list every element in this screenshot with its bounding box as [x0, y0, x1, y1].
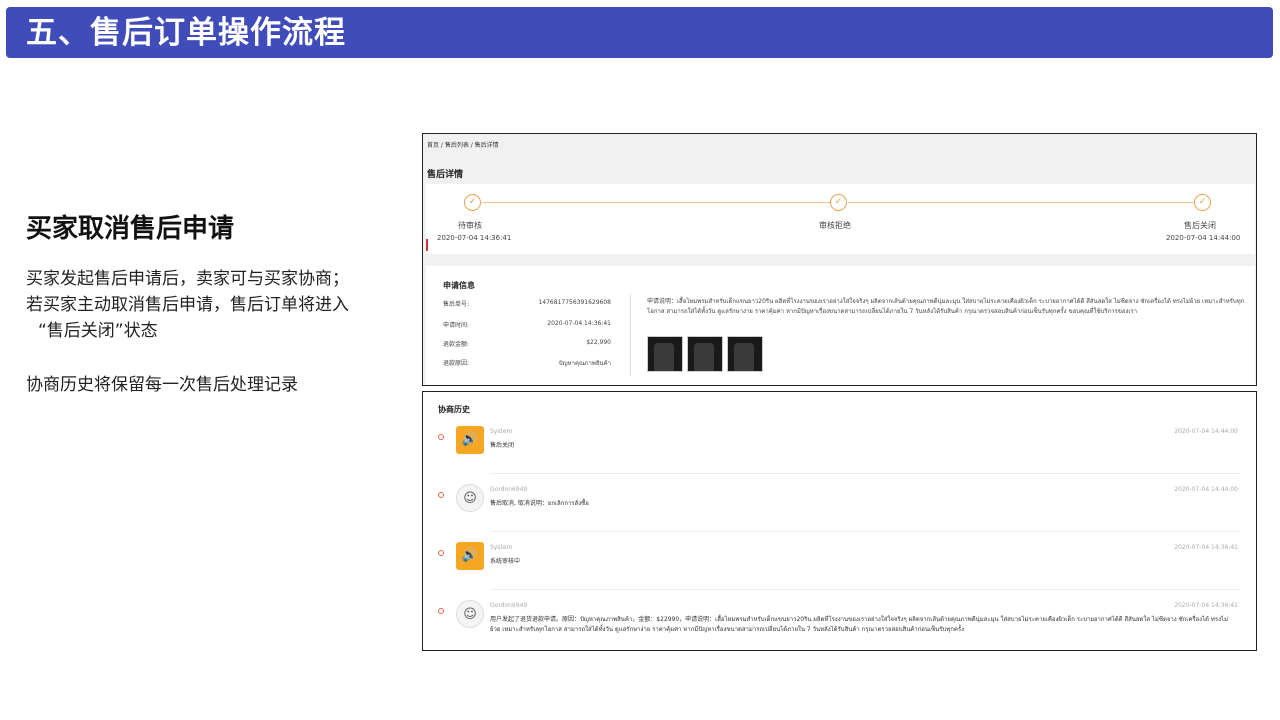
- field-label-refund-reason: 退款原因:: [443, 360, 470, 367]
- evidence-image[interactable]: [647, 336, 683, 372]
- timeline-dot: [438, 434, 444, 440]
- evidence-image[interactable]: [687, 336, 723, 372]
- history-user: System: [490, 544, 513, 551]
- field-value-apply-time: 2020-07-04 14:36:41: [547, 320, 611, 327]
- avatar-icon: ☺: [456, 600, 484, 628]
- step-time-closed: 2020-07-04 14:44:00: [1166, 234, 1241, 242]
- progress-steps: ✓ 待审核 2020-07-04 14:36:41 ✓ 审核拒绝 ✓ 售后关闭 …: [426, 184, 1255, 254]
- timeline-dot: [438, 492, 444, 498]
- step-connector: [848, 202, 1199, 203]
- negotiation-history-panel: 协商历史 🔊 System 2020-07-04 14:44:00 售后关闭 ☺…: [422, 391, 1257, 651]
- check-icon: ✓: [830, 194, 847, 211]
- application-description: 申请说明：เสื้อไหมพรมสำหรับเด็กแขนยาว20ริน ผล…: [647, 298, 1245, 315]
- check-icon: ✓: [464, 194, 481, 211]
- history-text: 售后关闭: [490, 442, 515, 449]
- history-time: 2020-07-04 14:44:00: [1174, 486, 1238, 493]
- breadcrumb[interactable]: 首页 / 售后列表 / 售后详情: [427, 140, 499, 149]
- speaker-icon: 🔊: [456, 542, 484, 570]
- field-value-refund-amount: $22,990: [586, 339, 611, 346]
- history-item: ☺ Gordon6949 2020-07-04 14:44:00 售后取消, 取…: [423, 484, 1256, 542]
- field-label-refund-amount: 退款金额:: [443, 341, 470, 348]
- history-user: System: [490, 428, 513, 435]
- field-label-order-no: 售后单号:: [443, 301, 470, 308]
- history-time: 2020-07-04 14:36:41: [1174, 602, 1238, 609]
- speaker-icon: 🔊: [456, 426, 484, 454]
- evidence-image[interactable]: [727, 336, 763, 372]
- scroll-marker: [426, 239, 428, 251]
- info-title: 申请信息: [443, 281, 475, 290]
- field-label-apply-time: 申请时间:: [443, 322, 470, 329]
- field-value-refund-reason: ปัญหาคุณภาพสินค้า: [558, 360, 611, 367]
- application-info: 申请信息 售后单号: 1476817756391629608 申请时间: 202…: [426, 266, 1255, 385]
- description-line-3: “售后关闭”状态: [38, 321, 158, 341]
- history-time: 2020-07-04 14:44:00: [1174, 428, 1238, 435]
- divider: [490, 531, 1240, 532]
- step-label-rejected: 审核拒绝: [819, 221, 851, 230]
- page-title: 售后详情: [427, 170, 464, 180]
- history-user: Gordon6949: [490, 486, 528, 493]
- step-label-closed: 售后关闭: [1184, 221, 1216, 230]
- section-title: 买家取消售后申请: [26, 214, 235, 244]
- timeline-dot: [438, 550, 444, 556]
- divider: [490, 589, 1240, 590]
- divider: [630, 294, 631, 376]
- field-value-order-no: 1476817756391629608: [538, 299, 611, 306]
- history-item: 🔊 System 2020-07-04 14:36:41 系统审核中: [423, 542, 1256, 600]
- history-title: 协商历史: [438, 405, 470, 414]
- description-line-4: 协商历史将保留每一次售后处理记录: [26, 375, 298, 395]
- aftersale-detail-panel: 首页 / 售后列表 / 售后详情 售后详情 ✓ 待审核 2020-07-04 1…: [422, 133, 1257, 386]
- check-icon: ✓: [1194, 194, 1211, 211]
- history-text: 售后取消, 取消说明：ยกเลิกการสั่งซื้อ: [490, 500, 589, 507]
- avatar-icon: ☺: [456, 484, 484, 512]
- divider: [490, 473, 1240, 474]
- history-text: 用户发起了退货退款申请。原因：ปัญหาคุณภาพสินค้า，金额：$229…: [490, 616, 1228, 633]
- description-line-2: 若买家主动取消售后申请，售后订单将进入: [26, 295, 349, 315]
- step-label-pending: 待审核: [458, 221, 482, 230]
- timeline-dot: [438, 608, 444, 614]
- history-user: Gordon6949: [490, 602, 528, 609]
- description-line-1: 买家发起售后申请后，卖家可与买家协商；: [26, 269, 349, 289]
- step-time-pending: 2020-07-04 14:36:41: [437, 234, 512, 242]
- slide-header: 五、售后订单操作流程: [6, 7, 1273, 58]
- history-time: 2020-07-04 14:36:41: [1174, 544, 1238, 551]
- history-item: 🔊 System 2020-07-04 14:44:00 售后关闭: [423, 426, 1256, 484]
- history-text: 系统审核中: [490, 558, 521, 565]
- slide-title: 五、售后订单操作流程: [26, 15, 346, 51]
- history-item: ☺ Gordon6949 2020-07-04 14:36:41 用户发起了退货…: [423, 600, 1256, 650]
- step-connector: [482, 202, 833, 203]
